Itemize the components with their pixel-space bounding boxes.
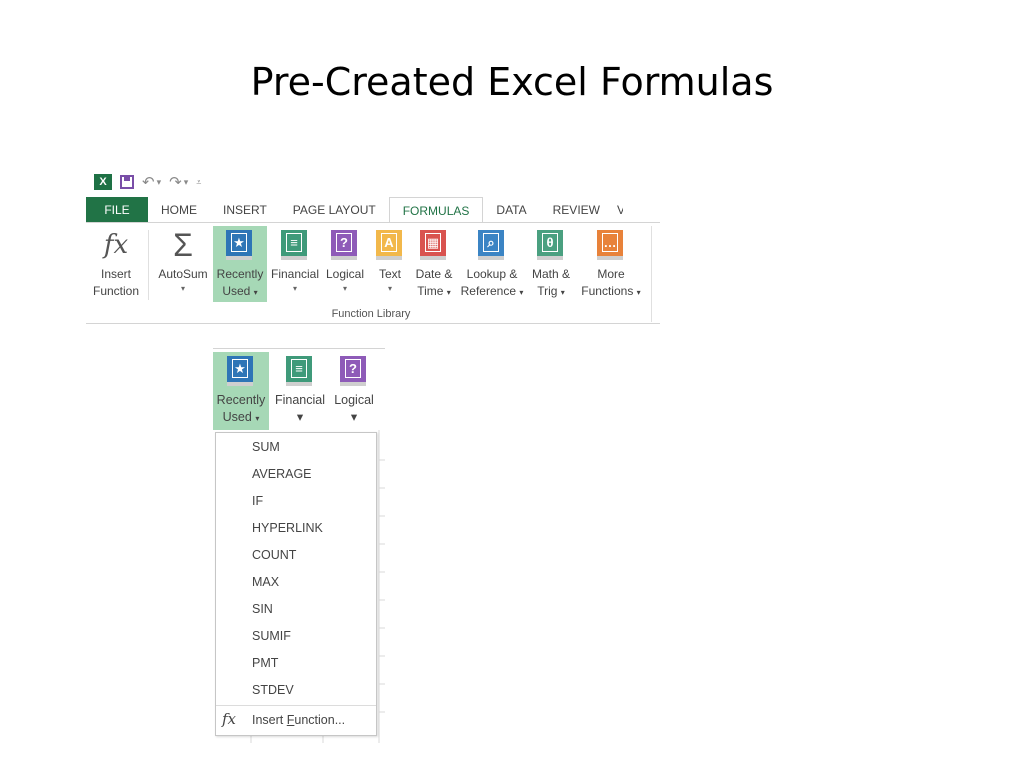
- logical-button[interactable]: ? Logical ▾: [322, 226, 368, 302]
- financial-book-icon: ≡: [281, 230, 309, 260]
- group-divider: [651, 226, 652, 322]
- quick-access-toolbar: X ↶ ▾ ↷ ▾ ⩡: [94, 172, 201, 192]
- redo-icon[interactable]: ↷: [169, 173, 182, 191]
- redo-dropdown-icon[interactable]: ▾: [184, 177, 189, 188]
- financial-button[interactable]: ≡ Financial ▾: [271, 352, 329, 430]
- excel-ribbon: X ↶ ▾ ↷ ▾ ⩡ FILE HOME INSERT PAGE LAYOUT F…: [86, 168, 660, 324]
- fx-icon: fx: [103, 230, 129, 260]
- star-book-icon: ★: [227, 356, 255, 386]
- chevron-down-icon: ▾: [342, 284, 347, 293]
- menu-separator: [216, 705, 376, 706]
- recently-used-label-1: Recently: [216, 393, 266, 407]
- date-time-button[interactable]: ▦ Date & Time ▾: [412, 226, 456, 302]
- menu-item-sumif[interactable]: SUMIF: [252, 626, 291, 646]
- panel-top-border: [213, 348, 385, 349]
- theta-book-icon: θ: [537, 230, 565, 260]
- menu-item-count[interactable]: COUNT: [252, 545, 296, 565]
- recently-used-menu: SUM AVERAGE IF HYPERLINK COUNT MAX SIN S…: [215, 432, 377, 736]
- chevron-down-icon: ▾: [387, 284, 392, 293]
- excel-logo-icon: X: [94, 174, 112, 190]
- menu-item-average[interactable]: AVERAGE: [252, 464, 312, 484]
- insert-function-label-1: Insert: [100, 267, 131, 281]
- menu-item-if[interactable]: IF: [252, 491, 263, 511]
- autosum-label: AutoSum: [158, 267, 208, 281]
- financial-label: Financial: [274, 393, 326, 407]
- customize-qat-icon[interactable]: ⩡: [196, 177, 201, 188]
- group-label-function-library: Function Library: [331, 308, 411, 320]
- autosum-button[interactable]: Σ AutoSum ▾: [154, 226, 212, 302]
- menu-item-pmt[interactable]: PMT: [252, 653, 278, 673]
- function-library-tools: fx Insert Function Σ AutoSum ▾ ★ Recentl…: [86, 226, 652, 308]
- financial-button[interactable]: ≡ Financial ▾: [268, 226, 322, 302]
- logical-label: Logical: [334, 393, 374, 407]
- math-label-1: Math &: [531, 267, 570, 281]
- lookup-label-1: Lookup &: [466, 267, 518, 281]
- recently-used-label-2: Used ▾: [222, 410, 260, 424]
- text-book-icon: A: [376, 230, 404, 260]
- menu-item-sin[interactable]: SIN: [252, 599, 273, 619]
- lookup-reference-button[interactable]: ⌕ Lookup & Reference ▾: [458, 226, 526, 302]
- menu-item-hyperlink[interactable]: HYPERLINK: [252, 518, 323, 538]
- math-label-2: Trig ▾: [537, 284, 565, 298]
- financial-label: Financial: [270, 267, 320, 281]
- recently-used-dropdown-screenshot: ★ Recently Used ▾ ≡ Financial ▾ ? Logica…: [213, 348, 385, 743]
- question-book-icon: ?: [340, 356, 368, 386]
- undo-dropdown-icon[interactable]: ▾: [157, 177, 162, 188]
- financial-book-icon: ≡: [286, 356, 314, 386]
- chevron-down-icon: ▾: [180, 284, 185, 293]
- star-book-icon: ★: [226, 230, 254, 260]
- tab-insert[interactable]: INSERT: [210, 197, 280, 223]
- ribbon-bottom-border: [86, 323, 660, 324]
- chevron-down-icon: ▾: [350, 410, 358, 424]
- tab-page-layout[interactable]: PAGE LAYOUT: [280, 197, 389, 223]
- question-book-icon: ?: [331, 230, 359, 260]
- more-book-icon: …: [597, 230, 625, 260]
- tabs-divider: [86, 222, 660, 223]
- ribbon-tabs: FILE HOME INSERT PAGE LAYOUT FORMULAS DA…: [86, 197, 660, 223]
- text-button[interactable]: A Text ▾: [372, 226, 408, 302]
- fx-icon: fx: [222, 710, 237, 728]
- sigma-icon: Σ: [173, 227, 193, 263]
- chevron-down-icon: ▾: [296, 410, 304, 424]
- slide-title: Pre-Created Excel Formulas: [250, 60, 774, 104]
- tab-formulas[interactable]: FORMULAS: [388, 197, 484, 223]
- insert-function-button[interactable]: fx Insert Function: [88, 226, 144, 302]
- tab-home[interactable]: HOME: [148, 197, 210, 223]
- save-icon[interactable]: [120, 175, 134, 189]
- menu-item-sum[interactable]: SUM: [252, 437, 280, 457]
- recently-used-button[interactable]: ★ Recently Used ▾: [213, 226, 267, 302]
- math-trig-button[interactable]: θ Math & Trig ▾: [526, 226, 576, 302]
- more-functions-button[interactable]: … More Functions ▾: [578, 226, 644, 302]
- tab-file[interactable]: FILE: [86, 197, 148, 223]
- text-label: Text: [378, 267, 401, 281]
- insert-function-label-2: Function: [92, 284, 140, 298]
- tab-data[interactable]: DATA: [483, 197, 539, 223]
- calendar-book-icon: ▦: [420, 230, 448, 260]
- lookup-label-2: Reference ▾: [460, 284, 524, 298]
- menu-item-stdev[interactable]: STDEV: [252, 680, 294, 700]
- chevron-down-icon: ▾: [292, 284, 297, 293]
- menu-item-max[interactable]: MAX: [252, 572, 279, 592]
- recently-used-button[interactable]: ★ Recently Used ▾: [213, 352, 269, 430]
- recently-used-label-2: Used ▾: [222, 284, 258, 298]
- logical-button[interactable]: ? Logical ▾: [329, 352, 379, 430]
- magnifier-book-icon: ⌕: [478, 230, 506, 260]
- more-label-1: More: [597, 267, 625, 281]
- tab-view-partial[interactable]: V: [613, 197, 623, 223]
- logical-label: Logical: [325, 267, 365, 281]
- more-label-2: Functions ▾: [581, 284, 641, 298]
- undo-icon[interactable]: ↶: [142, 173, 155, 191]
- date-time-label-1: Date &: [415, 267, 453, 281]
- date-time-label-2: Time ▾: [417, 284, 451, 298]
- tab-review[interactable]: REVIEW: [540, 197, 613, 223]
- recently-used-label-1: Recently: [216, 267, 264, 281]
- separator: [148, 230, 149, 300]
- menu-item-insert-function[interactable]: Insert Function...: [252, 710, 345, 730]
